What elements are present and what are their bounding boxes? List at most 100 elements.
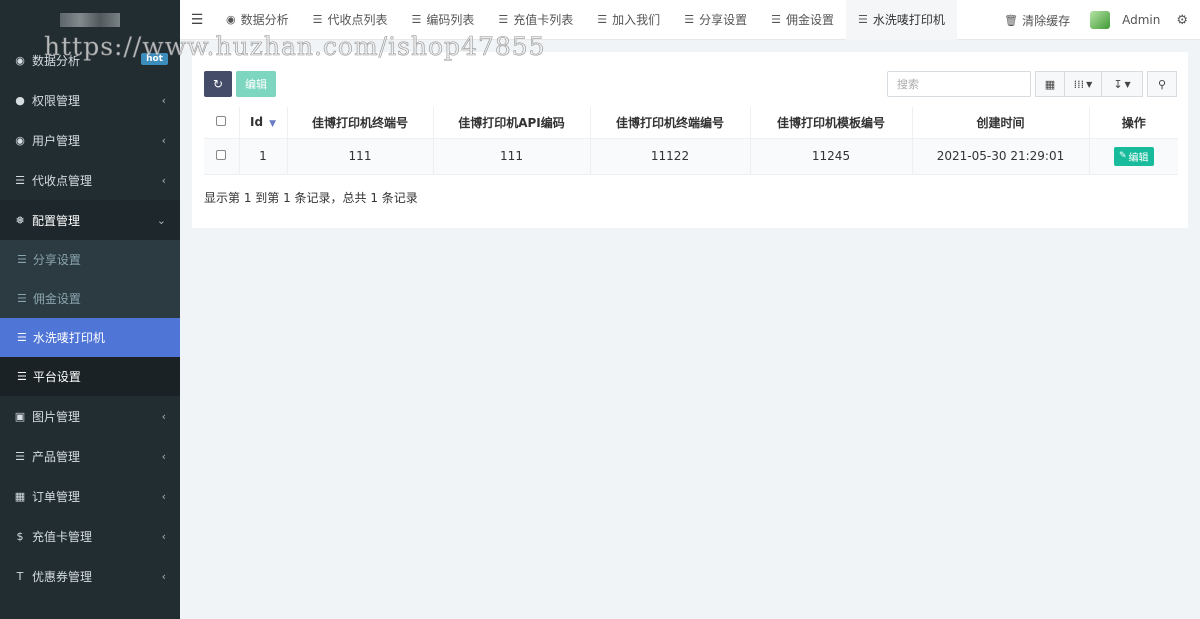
column-header-terminal: 佳博打印机终端号	[286, 107, 434, 139]
list-icon: ☰	[15, 173, 25, 187]
list-icon: ☰	[498, 13, 509, 26]
caret-down-icon: ▼	[1086, 79, 1093, 89]
export-button[interactable]: ↧ ▼	[1101, 71, 1143, 97]
column-header-actions: 操作	[1088, 107, 1178, 139]
column-header-label: Id	[250, 115, 264, 130]
list-icon: ☰	[17, 331, 27, 344]
sidebar-item-products[interactable]: ☰ 产品管理 ‹	[0, 436, 180, 476]
sidebar-subitem-label-printer[interactable]: ☰ 水洗唛打印机	[0, 318, 180, 357]
chevron-left-icon: ‹	[161, 450, 166, 463]
cell-id: 1	[238, 137, 288, 175]
table-row: 1 111 111 11122 11245 2021-05-30 21:29:0…	[204, 137, 1178, 175]
tab-label: 数据分析	[240, 13, 289, 27]
tab-label: 佣金设置	[785, 13, 834, 27]
sidebar: ◉ 数据分析 hot ● 权限管理 ‹ ◉ 用户管理 ‹ ☰ 代收点管理 ‹ ❅…	[0, 0, 180, 619]
tab-label: 水洗唛打印机	[872, 13, 945, 27]
pagination-summary: 显示第 1 到第 1 条记录，总共 1 条记录	[204, 191, 418, 205]
text-icon: T	[16, 569, 24, 583]
sidebar-item-label: 充值卡管理	[32, 529, 93, 544]
users-icon: ●	[15, 93, 25, 107]
toggle-view-button[interactable]: ▦	[1035, 71, 1065, 97]
user-circle-icon: ◉	[15, 133, 25, 147]
sidebar-item-label: 产品管理	[32, 449, 81, 464]
sidebar-item-config[interactable]: ❅ 配置管理 ⌄	[0, 200, 180, 240]
column-header-created: 创建时间	[911, 107, 1090, 139]
sidebar-item-collection-points[interactable]: ☰ 代收点管理 ‹	[0, 160, 180, 200]
sidebar-subitem-share[interactable]: ☰ 分享设置	[0, 240, 180, 279]
sidebar-subitem-platform[interactable]: ☰ 平台设置	[0, 357, 180, 396]
cell-terminal: 111	[286, 137, 434, 175]
sidebar-item-coupons[interactable]: T 优惠券管理 ‹	[0, 556, 180, 596]
tab-label: 充值卡列表	[513, 13, 574, 27]
chevron-left-icon: ‹	[161, 410, 166, 423]
columns-icon: ⁞⁞⁞	[1073, 77, 1085, 91]
row-checkbox[interactable]	[216, 150, 227, 160]
sidebar-item-permissions[interactable]: ● 权限管理 ‹	[0, 80, 180, 120]
select-all-checkbox[interactable]	[216, 116, 227, 127]
columns-button[interactable]: ⁞⁞⁞ ▼	[1064, 71, 1102, 97]
sidebar-item-orders[interactable]: ▦ 订单管理 ‹	[0, 476, 180, 516]
settings-gears-icon[interactable]: ⚙	[1176, 13, 1188, 28]
sidebar-item-label: 用户管理	[32, 133, 81, 148]
caret-down-icon: ▼	[1124, 79, 1131, 89]
tab-join-us[interactable]: ☰ 加入我们	[585, 0, 672, 40]
column-header-api-code: 佳博打印机API编码	[432, 107, 591, 139]
refresh-icon: ↻	[212, 77, 224, 91]
sidebar-item-images[interactable]: ▣ 图片管理 ‹	[0, 396, 180, 436]
logo-image	[60, 13, 120, 27]
username: Admin	[1122, 13, 1161, 27]
tab-label: 编码列表	[426, 13, 475, 27]
sidebar-subitem-label: 平台设置	[32, 370, 81, 384]
dashboard-icon: ◉	[15, 53, 25, 67]
list-alt-icon: ☰	[15, 449, 25, 463]
edit-button[interactable]: 编辑	[236, 71, 276, 97]
data-table: Id ▼ 佳博打印机终端号 佳博打印机API编码 佳博打印机终端编号 佳博打印机模…	[204, 107, 1178, 175]
clear-cache-button[interactable]: 🗑 清除缓存	[1004, 12, 1070, 29]
watermark: https://www.huzhan.com/ishop47855	[44, 32, 546, 62]
image-icon: ▣	[14, 409, 26, 423]
row-edit-button[interactable]: ✎ 编辑	[1113, 146, 1154, 166]
row-select-cell	[204, 137, 240, 175]
sidebar-item-label: 图片管理	[32, 409, 81, 424]
tab-commission-settings[interactable]: ☰ 佣金设置	[759, 0, 846, 40]
tab-label-printer[interactable]: ☰ 水洗唛打印机	[845, 0, 957, 40]
trash-icon: 🗑	[1004, 13, 1019, 27]
list-icon: ☰	[411, 13, 422, 26]
sidebar-item-users[interactable]: ◉ 用户管理 ‹	[0, 120, 180, 160]
cell-template-no: 11245	[749, 137, 913, 175]
tab-label: 分享设置	[699, 13, 748, 27]
row-edit-label: 编辑	[1128, 152, 1149, 164]
sort-desc-icon: ▼	[269, 119, 276, 130]
user-menu[interactable]: Admin	[1090, 11, 1160, 29]
refresh-button[interactable]: ↻	[204, 71, 232, 97]
list-icon: ☰	[17, 292, 27, 305]
config-submenu: ☰ 分享设置 ☰ 佣金设置 ☰ 水洗唛打印机 ☰ 平台设置	[0, 240, 180, 396]
cell-actions: ✎ 编辑	[1088, 137, 1178, 175]
list-icon: ☰	[17, 253, 27, 266]
sidebar-item-label: 代收点管理	[32, 173, 93, 188]
cell-terminal-no: 11122	[589, 137, 751, 175]
export-icon: ↧	[1113, 77, 1123, 91]
tab-label: 代收点列表	[327, 13, 388, 27]
list-icon: ☰	[312, 13, 323, 26]
sidebar-item-recharge-cards[interactable]: $ 充值卡管理 ‹	[0, 516, 180, 556]
sidebar-item-label: 配置管理	[32, 213, 81, 228]
search-icon: ⚲	[1157, 77, 1167, 91]
search-input[interactable]	[887, 71, 1031, 97]
content-panel: ↻ 编辑 ▦ ⁞⁞⁞▼ ↧▼ ⚲ Id▼ 佳博打印机终端号 佳博打印机API编码…	[192, 52, 1188, 228]
cell-created: 2021-05-30 21:29:01	[911, 137, 1090, 175]
sidebar-item-label: 权限管理	[32, 93, 81, 108]
list-icon: ☰	[684, 13, 695, 26]
list-icon: ☰	[597, 13, 608, 26]
tab-share-settings[interactable]: ☰ 分享设置	[672, 0, 759, 40]
sidebar-item-label: 订单管理	[32, 489, 81, 504]
advanced-search-button[interactable]: ⚲	[1147, 71, 1177, 97]
clear-cache-label: 清除缓存	[1022, 13, 1071, 28]
column-header-terminal-no: 佳博打印机终端编号	[589, 107, 751, 139]
chevron-left-icon: ‹	[161, 570, 166, 583]
list-icon: ☰	[17, 370, 27, 383]
menu-toggle-icon[interactable]: ☰	[180, 12, 214, 28]
topbar-right: 🗑 清除缓存 Admin ⚙	[1004, 0, 1200, 40]
sidebar-subitem-commission[interactable]: ☰ 佣金设置	[0, 279, 180, 318]
column-header-id[interactable]: Id ▼	[238, 107, 288, 139]
